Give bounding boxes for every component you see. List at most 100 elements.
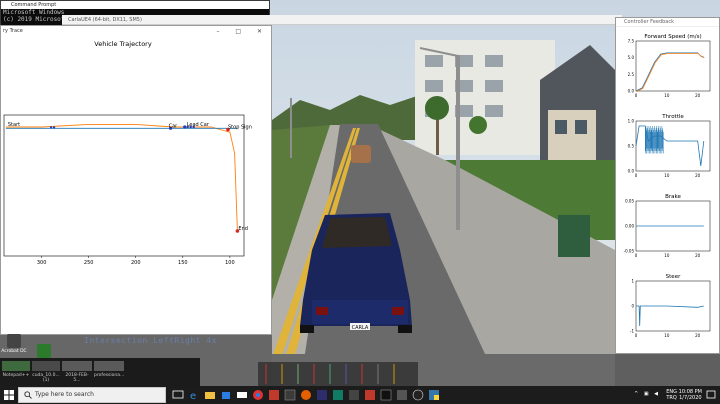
start-label: Start — [8, 122, 20, 128]
carla-window-titlebar[interactable]: CarlaUE4 (64-bit, DX11, SM5) — [62, 15, 622, 25]
file-explorer-icon[interactable] — [204, 389, 216, 401]
subplot-title: Forward Speed (m/s) — [644, 34, 701, 40]
x-tick-label: 20 — [695, 253, 701, 258]
python-icon[interactable] — [428, 389, 440, 401]
x-tick-label: 100 — [225, 260, 235, 266]
clock[interactable]: 10:08 PM 1/7/2020 — [679, 389, 702, 401]
x-tick-label: 250 — [84, 260, 94, 266]
file-thumbnail-strip: Notepad++ cuda_10.0... (1) 2018-FEB-5...… — [0, 358, 200, 386]
firefox-icon[interactable] — [300, 389, 312, 401]
app-icon[interactable] — [316, 389, 328, 401]
taskbar: Type here to search e ^ ▣ ◀ ENG TRQ 10:0… — [0, 386, 720, 404]
car-label: Car — [169, 123, 179, 129]
chart-title: Vehicle Trajectory — [94, 40, 152, 48]
trajectory-window-title: ry Trace — [3, 28, 23, 34]
desktop-icon-acrobat[interactable]: Acrobat DC — [0, 334, 28, 354]
lead-car-label: Lead Car — [187, 122, 210, 128]
taskbar-search-input[interactable]: Type here to search — [18, 387, 166, 403]
search-icon — [24, 391, 32, 399]
y-tick-label: 1 — [631, 279, 634, 284]
tray-icons[interactable]: ^ ▣ ◀ — [634, 391, 660, 397]
store-icon[interactable] — [220, 389, 232, 401]
desktop: CARLA Command Prompt Microsoft Windows (… — [0, 0, 720, 386]
x-tick-label: 10 — [664, 93, 670, 98]
series-line — [635, 52, 704, 92]
series-line — [636, 305, 704, 327]
end-label: End — [238, 226, 248, 232]
y-tick-label: -0.05 — [624, 249, 635, 254]
thumbnail-label: cuda_10.0... (1) — [32, 373, 60, 383]
x-tick-label: 20 — [695, 93, 701, 98]
reference-line — [636, 53, 705, 92]
windows-start-icon[interactable] — [0, 386, 18, 404]
vehicle-trajectory-chart: Vehicle Trajectory 300 250 200 150 100 Start Ca… — [3, 40, 252, 266]
thumbnail-item[interactable]: 2018-FEB-5... — [62, 361, 92, 383]
svg-text:e: e — [190, 391, 196, 401]
x-tick-label: 0 — [635, 93, 638, 98]
license-plate: CARLA — [352, 325, 369, 331]
stop-sign-label: Stop Sign — [228, 125, 252, 131]
y-tick-label: 0.0 — [628, 169, 635, 174]
controller-window-titlebar[interactable]: Controller Feedback — [616, 18, 719, 27]
spark-icon — [37, 344, 51, 358]
controller-feedback-window[interactable]: Controller Feedback Forward Speed (m/s) 7… — [615, 17, 720, 354]
x-tick-label: 0 — [635, 173, 638, 178]
trajectory-series-0 — [5, 123, 238, 232]
edge-icon[interactable]: e — [188, 389, 200, 401]
waypoint-marker — [49, 126, 53, 129]
task-view-icon[interactable] — [172, 389, 184, 401]
thumbnail-label: Notepad++ — [2, 373, 30, 378]
system-tray: ^ ▣ ◀ ENG TRQ 10:08 PM 1/7/2020 — [560, 386, 720, 404]
subplot-title: Brake — [665, 194, 681, 200]
x-tick-label: 0 — [635, 253, 638, 258]
app-icon[interactable] — [348, 389, 360, 401]
app-icon[interactable] — [396, 389, 408, 401]
file-icon — [32, 361, 60, 371]
subplot-title: Steer — [666, 274, 681, 280]
y-tick-label: 0.0 — [628, 89, 635, 94]
app-icon[interactable] — [332, 389, 344, 401]
x-tick-label: 150 — [178, 260, 188, 266]
plot-frame — [3, 114, 245, 257]
controller-window-title: Controller Feedback — [624, 19, 674, 25]
language-indicator[interactable]: ENG TRQ — [666, 389, 677, 401]
terminal-icon[interactable] — [380, 389, 392, 401]
powerpoint-icon[interactable] — [364, 389, 376, 401]
trajectory-window-titlebar[interactable]: ry Trace – □ ✕ — [1, 26, 271, 37]
subplot-title: Throttle — [661, 114, 684, 120]
window-controls[interactable]: – □ ✕ — [216, 26, 269, 37]
trajectory-window[interactable]: ry Trace – □ ✕ Vehicle Trajectory 300 250 2… — [0, 25, 272, 335]
y-tick-label: 0.00 — [625, 224, 634, 229]
thumbnail-item[interactable]: cuda_10.0... (1) — [32, 361, 60, 383]
unreal-icon[interactable] — [412, 389, 424, 401]
x-tick-label: 20 — [695, 333, 701, 338]
lead-car-marker — [183, 125, 186, 129]
file-icon — [2, 361, 30, 371]
controller-feedback-charts: Forward Speed (m/s)7.55.02.50.00 10 20Thro… — [624, 34, 711, 338]
taskbar-preview-strip — [258, 362, 418, 386]
clock-date: 1/7/2020 — [679, 395, 702, 401]
thumbnail-item[interactable]: Notepad++ — [2, 361, 30, 383]
waypoint-marker — [52, 126, 56, 129]
y-tick-label: 0.5 — [628, 144, 635, 149]
y-tick-label: 2.5 — [628, 72, 635, 77]
notification-icon[interactable] — [706, 390, 716, 400]
acrobat-icon — [7, 334, 21, 348]
keyboard-layout: TRQ — [666, 395, 677, 401]
desktop-icon-label: Acrobat DC — [1, 349, 27, 354]
hud-text: Intersection LeftRight 4x — [84, 336, 217, 345]
app-icon[interactable] — [284, 389, 296, 401]
y-tick-label: 0 — [631, 304, 634, 309]
x-tick-label: 20 — [695, 173, 701, 178]
subplot-frame — [635, 40, 711, 92]
console-title: Command Prompt — [1, 1, 269, 9]
acrobat-taskbar-icon[interactable] — [268, 389, 280, 401]
chrome-icon[interactable] — [252, 389, 264, 401]
thumbnail-label: professiona... — [94, 373, 125, 378]
thumbnail-item[interactable]: professiona... — [94, 361, 124, 383]
x-tick-label: 10 — [664, 333, 670, 338]
mail-icon[interactable] — [236, 389, 248, 401]
y-tick-label: 5.0 — [628, 55, 635, 60]
y-tick-label: 1.0 — [628, 119, 635, 124]
x-tick-label: 10 — [664, 173, 670, 178]
